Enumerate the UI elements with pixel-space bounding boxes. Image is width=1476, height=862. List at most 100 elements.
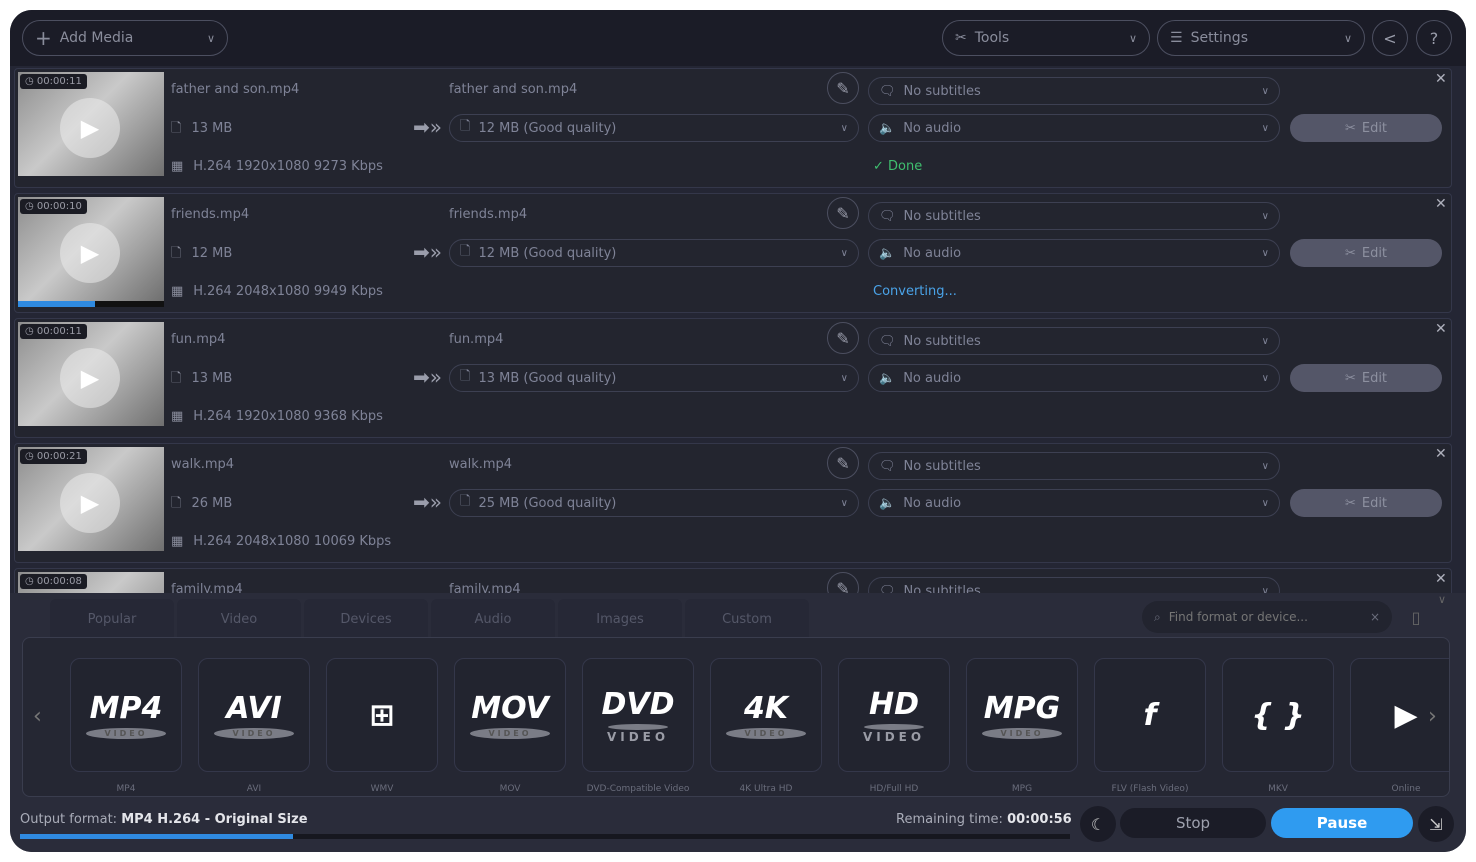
output-size-value: 12 MB (Good quality) (478, 245, 617, 261)
remaining-time-value: 00:00:56 (1007, 812, 1072, 827)
video-thumbnail[interactable]: ◷ 00:00:10 ▶ (18, 197, 164, 301)
video-thumbnail[interactable]: ◷ 00:00:11 ▶ (18, 72, 164, 176)
chevron-down-icon: ∨ (1261, 335, 1269, 347)
format-tab-video[interactable]: Video (177, 599, 301, 639)
edit-button[interactable]: ✂ Edit (1290, 114, 1442, 142)
rename-button[interactable]: ✎ (827, 72, 859, 104)
duration: 00:00:21 (36, 451, 82, 462)
output-file-name[interactable]: friends.mp4 (449, 207, 527, 222)
format-logo-sub: VIDEO (214, 728, 294, 739)
remove-file-button[interactable]: ✕ (1435, 71, 1447, 87)
format-card-flv-flash-video-[interactable]: f (1094, 658, 1206, 772)
edit-button[interactable]: ✂ Edit (1290, 239, 1442, 267)
audio-dropdown[interactable]: 🔈 No audio ∨ (868, 364, 1280, 392)
output-file-name[interactable]: fun.mp4 (449, 332, 503, 347)
format-card-mpg[interactable]: MPG VIDEO (966, 658, 1078, 772)
source-size: 🗋 26 MB (171, 494, 232, 516)
play-button[interactable]: ▶ (60, 98, 120, 158)
help-button[interactable]: ? (1416, 20, 1452, 56)
settings-button[interactable]: ☰ Settings ∨ (1157, 20, 1365, 56)
stop-button[interactable]: Stop (1120, 808, 1266, 838)
source-codec-value: H.264 2048x1080 10069 Kbps (193, 534, 392, 549)
play-button[interactable]: ▶ (60, 223, 120, 283)
pause-button[interactable]: Pause (1271, 808, 1413, 838)
subtitles-dropdown[interactable]: 🗨 No subtitles ∨ (868, 202, 1280, 230)
audio-dropdown[interactable]: 🔈 No audio ∨ (868, 114, 1280, 142)
output-size-dropdown[interactable]: 🗋 12 MB (Good quality) ∨ (449, 239, 859, 267)
output-format-value[interactable]: MP4 H.264 - Original Size (121, 812, 307, 827)
rename-button[interactable]: ✎ (827, 322, 859, 354)
format-tab-audio[interactable]: Audio (431, 599, 555, 639)
format-card-mkv[interactable]: { } (1222, 658, 1334, 772)
output-size-dropdown[interactable]: 🗋 25 MB (Good quality) ∨ (449, 489, 859, 517)
format-label: WMV (370, 784, 394, 794)
carousel-prev-button[interactable]: ‹ (33, 704, 42, 729)
format-card-mp4[interactable]: MP4 VIDEO (70, 658, 182, 772)
video-thumbnail[interactable]: ◷ 00:00:11 ▶ (18, 322, 164, 426)
audio-dropdown[interactable]: 🔈 No audio ∨ (868, 489, 1280, 517)
clear-search-icon[interactable]: × (1370, 610, 1380, 624)
duration: 00:00:11 (36, 326, 82, 337)
format-tab-custom[interactable]: Custom (685, 599, 809, 639)
sleep-after-button[interactable]: ☾ (1080, 806, 1116, 842)
subtitles-dropdown[interactable]: 🗨 No subtitles ∨ (868, 77, 1280, 105)
convert-arrow-icon: ➡» (413, 490, 442, 514)
collapse-panel-button[interactable]: ∨ (1438, 593, 1446, 606)
remove-file-button[interactable]: ✕ (1435, 196, 1447, 212)
format-card-avi[interactable]: AVI VIDEO (198, 658, 310, 772)
output-size-dropdown[interactable]: 🗋 13 MB (Good quality) ∨ (449, 364, 859, 392)
chevron-down-icon: ∨ (840, 247, 848, 259)
source-size: 🗋 13 MB (171, 119, 232, 141)
format-logo-icon: { } (1251, 697, 1305, 733)
format-label: DVD-Compatible Video (586, 784, 690, 794)
share-button[interactable]: < (1372, 20, 1408, 56)
carousel-next-button[interactable]: › (1428, 704, 1437, 729)
rename-button[interactable]: ✎ (827, 447, 859, 479)
audio-value: No audio (903, 245, 962, 261)
play-button[interactable]: ▶ (60, 348, 120, 408)
format-card-wmv[interactable]: ⊞ (326, 658, 438, 772)
remove-file-button[interactable]: ✕ (1435, 446, 1447, 462)
remove-file-button[interactable]: ✕ (1435, 571, 1447, 587)
tools-button[interactable]: ✂ Tools ∨ (942, 20, 1150, 56)
output-size-value: 12 MB (Good quality) (478, 120, 617, 136)
plus-icon: + (35, 26, 52, 50)
add-media-button[interactable]: + Add Media ∨ (22, 20, 228, 56)
device-detect-button[interactable]: ▯ (1398, 599, 1434, 635)
format-tab-images[interactable]: Images (558, 599, 682, 639)
edit-button[interactable]: ✂ Edit (1290, 489, 1442, 517)
output-size-value: 25 MB (Good quality) (478, 495, 617, 511)
audio-dropdown[interactable]: 🔈 No audio ∨ (868, 239, 1280, 267)
convert-arrow-icon: ➡» (413, 240, 442, 264)
format-tab-popular[interactable]: Popular (50, 599, 174, 639)
subtitles-dropdown[interactable]: 🗨 No subtitles ∨ (868, 327, 1280, 355)
format-card-mov[interactable]: MOV VIDEO (454, 658, 566, 772)
format-card-4k-ultra-hd[interactable]: 4K VIDEO (710, 658, 822, 772)
format-search[interactable]: ⌕ × (1142, 601, 1392, 633)
clock-icon: ◷ (25, 201, 37, 212)
rename-button[interactable]: ✎ (827, 197, 859, 229)
format-logo-icon: ▶ (1394, 697, 1418, 733)
video-thumbnail[interactable]: ◷ 00:00:21 ▶ (18, 447, 164, 551)
format-logo-sub: VIDEO (982, 728, 1062, 739)
output-file-name[interactable]: walk.mp4 (449, 457, 512, 472)
chevron-down-icon: ∨ (1261, 85, 1269, 97)
format-card-dvd-compatible-video[interactable]: DVD VIDEO (582, 658, 694, 772)
folder-icon: ⇲ (1429, 814, 1443, 834)
open-output-folder-button[interactable]: ⇲ (1418, 806, 1454, 842)
play-button[interactable]: ▶ (60, 473, 120, 533)
subtitles-icon: 🗨 (879, 83, 896, 99)
remove-file-button[interactable]: ✕ (1435, 321, 1447, 337)
output-file-name[interactable]: father and son.mp4 (449, 82, 577, 97)
format-tab-devices[interactable]: Devices (304, 599, 428, 639)
subtitles-dropdown[interactable]: 🗨 No subtitles ∨ (868, 452, 1280, 480)
edit-button[interactable]: ✂ Edit (1290, 364, 1442, 392)
file-row: ◷ 00:00:10 ▶ friends.mp4 🗋 12 MB ▦ H.264 20… (14, 193, 1452, 313)
chevron-down-icon: ∨ (1343, 31, 1352, 45)
output-size-dropdown[interactable]: 🗋 12 MB (Good quality) ∨ (449, 114, 859, 142)
format-search-input[interactable] (1168, 610, 1362, 624)
format-label: FLV (Flash Video) (1111, 784, 1189, 794)
remaining-time-label: Remaining time: (896, 812, 1003, 827)
format-card-hd-full-hd[interactable]: HD VIDEO (838, 658, 950, 772)
help-icon: ? (1429, 28, 1439, 48)
